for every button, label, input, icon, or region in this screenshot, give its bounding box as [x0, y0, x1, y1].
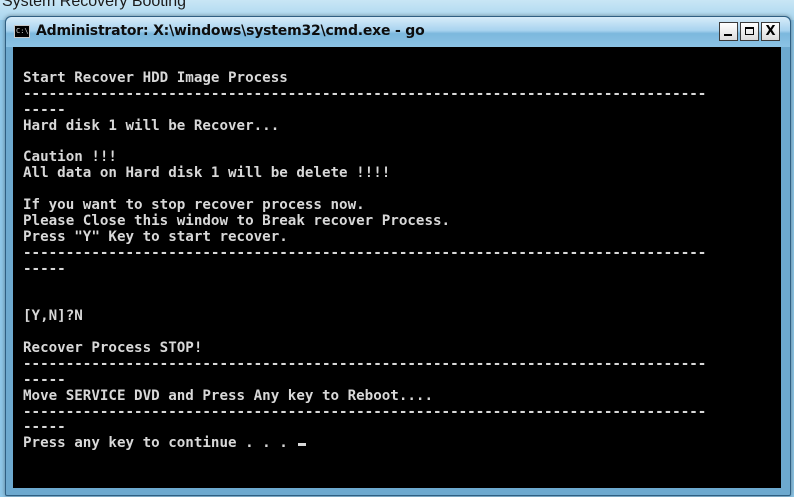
title-bar[interactable]: C:\ Administrator: X:\windows\system32\c…: [6, 17, 790, 47]
window-title: Administrator: X:\windows\system32\cmd.e…: [36, 23, 425, 39]
minimize-button[interactable]: [719, 22, 738, 41]
console-line: ----------------------------------------…: [23, 355, 707, 372]
console-line: Hard disk 1 will be Recover...: [23, 117, 280, 134]
console-line: -----: [23, 101, 66, 118]
console-output-area[interactable]: Start Recover HDD Image Process ---------…: [13, 47, 781, 488]
console-line: If you want to stop recover process now.: [23, 197, 365, 214]
console-line: Move SERVICE DVD and Press Any key to Re…: [23, 387, 433, 404]
console-line: Start Recover HDD Image Process: [23, 69, 288, 86]
window-controls: X: [717, 22, 780, 42]
close-button[interactable]: X: [761, 22, 780, 41]
console-line: Press "Y" Key to start recover.: [23, 228, 288, 245]
console-line: ----------------------------------------…: [23, 403, 707, 420]
console-line: -----: [23, 419, 66, 436]
console-line: Caution !!!: [23, 149, 117, 166]
console-line: -----: [23, 260, 66, 277]
console-app-icon[interactable]: C:\: [14, 25, 30, 38]
console-line: Recover Process STOP!: [23, 340, 203, 357]
text-cursor: [298, 443, 307, 447]
cmd-window[interactable]: C:\ Administrator: X:\windows\system32\c…: [5, 16, 791, 496]
console-line: -----: [23, 371, 66, 388]
console-line: [Y,N]?N: [23, 308, 83, 325]
console-line: ----------------------------------------…: [23, 244, 707, 261]
desktop-text: System Recovery Booting: [2, 0, 187, 10]
console-line: All data on Hard disk 1 will be delete !…: [23, 165, 391, 182]
console-line: Press any key to continue . . .: [23, 435, 781, 452]
maximize-button[interactable]: [740, 22, 759, 41]
console-line: Please Close this window to Break recove…: [23, 212, 451, 229]
console-text: Start Recover HDD Image Process ---------…: [23, 55, 781, 452]
console-line: ----------------------------------------…: [23, 85, 707, 102]
